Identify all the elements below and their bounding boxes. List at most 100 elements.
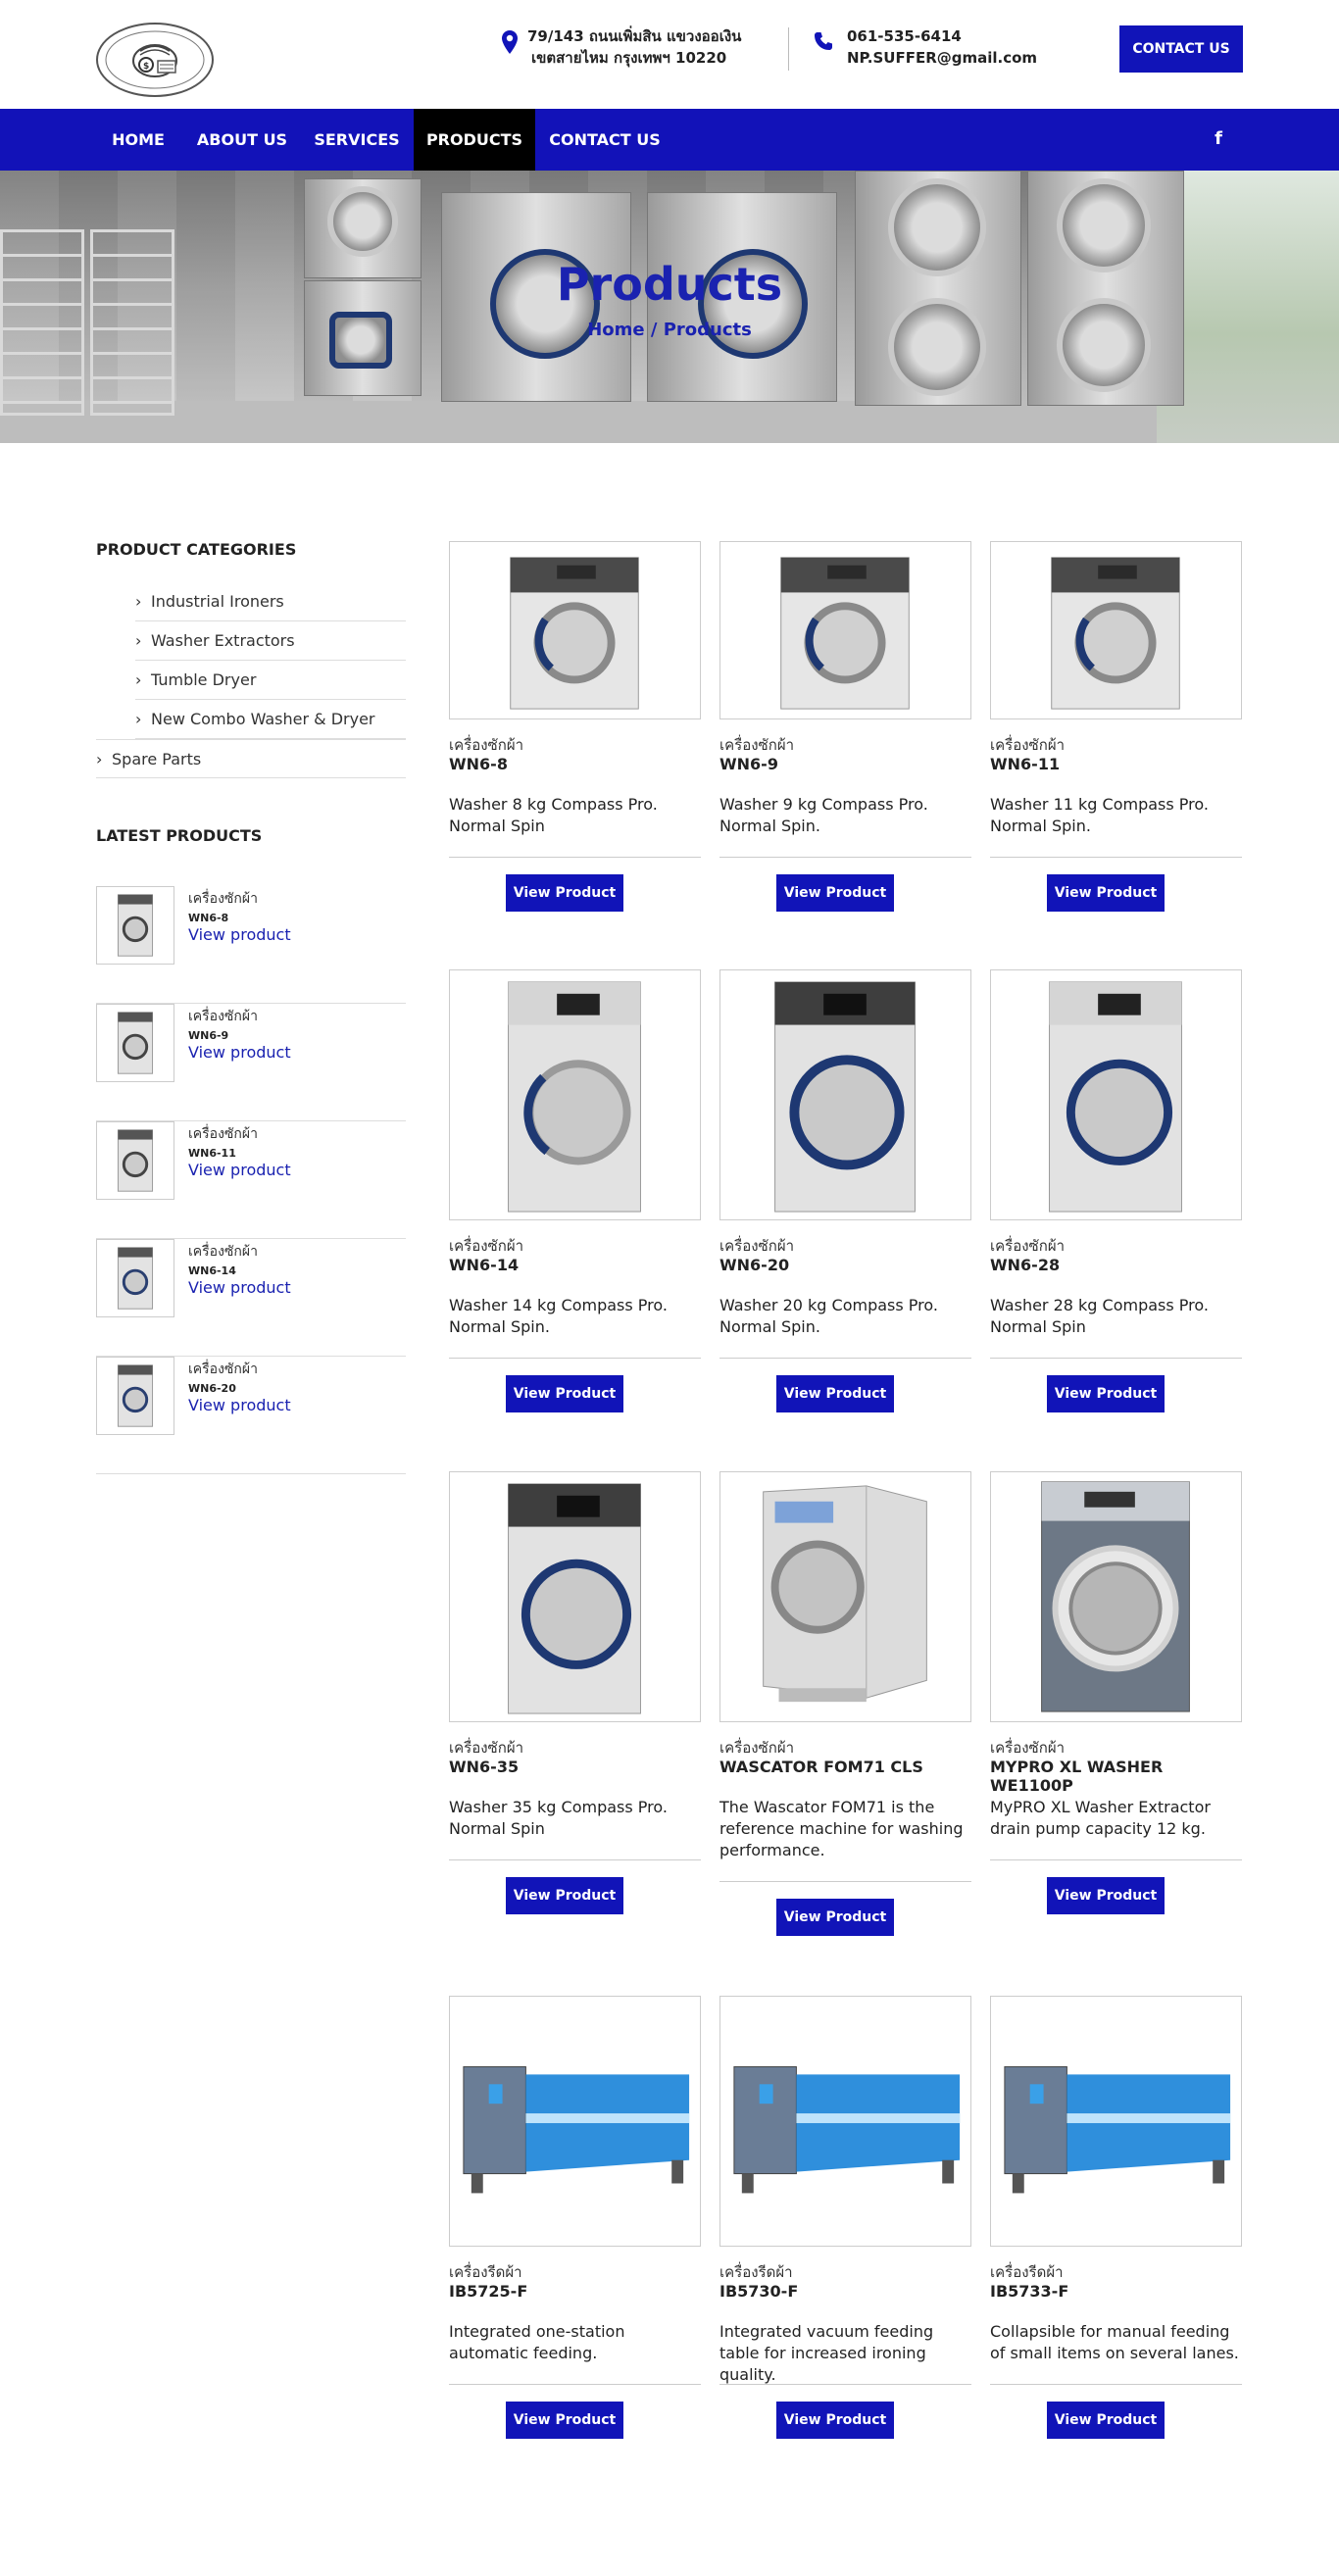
washer-product-image[interactable] xyxy=(449,969,701,1220)
view-product-button[interactable]: View Product xyxy=(776,1899,894,1936)
view-product-link[interactable]: View product xyxy=(188,925,291,944)
view-product-button[interactable]: View Product xyxy=(1047,1375,1165,1412)
washer-thumbnail-image[interactable] xyxy=(96,1004,174,1082)
product-name[interactable]: WN6-8 xyxy=(449,755,508,773)
product-name[interactable]: WN6-11 xyxy=(990,755,1060,773)
nav-item-about-us[interactable]: ABOUT US xyxy=(184,109,300,171)
nav-item-contact-us[interactable]: CONTACT US xyxy=(539,109,670,171)
latest-product-category: เครื่องซักผ้า xyxy=(188,1362,258,1377)
contact-block: 061-535-6414 NP.SUFFER@gmail.com xyxy=(814,25,1037,69)
washer-product-image[interactable] xyxy=(990,541,1242,719)
view-product-link[interactable]: View product xyxy=(188,1161,291,1179)
view-product-button[interactable]: View Product xyxy=(506,874,623,912)
product-name[interactable]: WN6-20 xyxy=(719,1256,789,1274)
wascator-product-image[interactable] xyxy=(719,1471,971,1722)
product-description: Washer 20 kg Compass Pro. Normal Spin. xyxy=(719,1296,938,1336)
washer-thumbnail-image[interactable] xyxy=(96,1357,174,1435)
latest-product-code: WN6-9 xyxy=(188,1029,229,1042)
chevron-right-icon: › xyxy=(135,631,142,650)
product-name[interactable]: WN6-14 xyxy=(449,1256,519,1274)
washer-thumbnail-image[interactable] xyxy=(96,1121,174,1200)
latest-product-code: WN6-8 xyxy=(188,912,229,924)
view-product-button[interactable]: View Product xyxy=(1047,874,1165,912)
product-description: Washer 28 kg Compass Pro. Normal Spin xyxy=(990,1296,1209,1336)
product-category: เครื่องซักผ้า xyxy=(990,1739,1066,1757)
dryer-door-image xyxy=(1057,298,1151,392)
email-address[interactable]: NP.SUFFER@gmail.com xyxy=(847,47,1037,69)
washer-product-image[interactable] xyxy=(719,969,971,1220)
svg-text:$: $ xyxy=(143,62,149,72)
category-spare-parts[interactable]: › Spare Parts xyxy=(96,739,406,778)
mypro-washer-product-image[interactable] xyxy=(990,1471,1242,1722)
product-name[interactable]: IB5725-F xyxy=(449,2282,527,2301)
card-divider xyxy=(449,1358,701,1359)
latest-product-category: เครื่องซักผ้า xyxy=(188,1009,258,1024)
category-washer-extractors[interactable]: › Washer Extractors xyxy=(135,621,406,661)
view-product-button[interactable]: View Product xyxy=(1047,1877,1165,1914)
card-divider xyxy=(719,2384,971,2385)
hero-floor xyxy=(0,401,1339,443)
nav-item-home[interactable]: HOME xyxy=(94,109,182,171)
phone-number[interactable]: 061-535-6414 xyxy=(847,25,1037,47)
ironer-product-image[interactable] xyxy=(449,1996,701,2247)
washer-thumbnail-image[interactable] xyxy=(96,886,174,965)
product-description: Integrated one-station automatic feeding… xyxy=(449,2322,625,2362)
view-product-button[interactable]: View Product xyxy=(506,2402,623,2439)
product-name[interactable]: IB5730-F xyxy=(719,2282,798,2301)
view-product-button[interactable]: View Product xyxy=(776,1375,894,1412)
chevron-right-icon: › xyxy=(96,750,103,768)
latest-product-code: WN6-11 xyxy=(188,1147,236,1160)
ironer-product-image[interactable] xyxy=(719,1996,971,2247)
view-product-link[interactable]: View product xyxy=(188,1396,291,1414)
washer-thumbnail-image[interactable] xyxy=(96,1239,174,1317)
view-product-button[interactable]: View Product xyxy=(506,1375,623,1412)
product-description: Washer 8 kg Compass Pro. Normal Spin xyxy=(449,795,658,835)
view-product-link[interactable]: View product xyxy=(188,1043,291,1062)
company-logo[interactable]: $ xyxy=(95,22,215,98)
card-divider xyxy=(449,2384,701,2385)
product-name[interactable]: WN6-9 xyxy=(719,755,778,773)
category-combo-washer-dryer[interactable]: › New Combo Washer & Dryer xyxy=(135,700,406,739)
product-description: Washer 14 kg Compass Pro. Normal Spin. xyxy=(449,1296,668,1336)
category-industrial-ironers[interactable]: › Industrial Ironers xyxy=(135,582,406,621)
washer-product-image[interactable] xyxy=(449,1471,701,1722)
category-label: Tumble Dryer xyxy=(151,670,257,689)
chevron-right-icon: › xyxy=(135,710,142,728)
nav-item-products[interactable]: PRODUCTS xyxy=(414,109,535,171)
washer-product-image[interactable] xyxy=(449,541,701,719)
view-product-button[interactable]: View Product xyxy=(1047,2402,1165,2439)
ironer-product-image[interactable] xyxy=(990,1996,1242,2247)
card-divider xyxy=(449,857,701,858)
latest-product-item: เครื่องซักผ้า WN6-8 View product xyxy=(96,886,406,1004)
product-name[interactable]: MYPRO XL WASHER WE1100P xyxy=(990,1758,1242,1795)
contact-us-button[interactable]: CONTACT US xyxy=(1119,25,1243,73)
card-divider xyxy=(990,1358,1242,1359)
washer-product-image[interactable] xyxy=(990,969,1242,1220)
nav-item-services[interactable]: SERVICES xyxy=(302,109,412,171)
product-name[interactable]: WN6-28 xyxy=(990,1256,1060,1274)
view-product-link[interactable]: View product xyxy=(188,1278,291,1297)
product-description: Washer 9 kg Compass Pro. Normal Spin. xyxy=(719,795,928,835)
product-description: Integrated vacuum feeding table for incr… xyxy=(719,2322,934,2384)
category-label: Spare Parts xyxy=(112,750,202,768)
view-product-button[interactable]: View Product xyxy=(776,2402,894,2439)
breadcrumb[interactable]: Home / Products xyxy=(0,320,1339,340)
card-divider xyxy=(719,1881,971,1882)
latest-product-category: เครื่องซักผ้า xyxy=(188,891,258,907)
product-name[interactable]: IB5733-F xyxy=(990,2282,1068,2301)
product-name[interactable]: WASCATOR FOM71 CLS xyxy=(719,1758,923,1776)
washer-product-image[interactable] xyxy=(719,541,971,719)
category-tumble-dryer[interactable]: › Tumble Dryer xyxy=(135,661,406,700)
view-product-button[interactable]: View Product xyxy=(506,1877,623,1914)
category-label: New Combo Washer & Dryer xyxy=(151,710,375,728)
card-divider xyxy=(719,1358,971,1359)
view-product-button[interactable]: View Product xyxy=(776,874,894,912)
main-navigation: HOME ABOUT US SERVICES PRODUCTS CONTACT … xyxy=(0,109,1339,171)
latest-product-code: WN6-14 xyxy=(188,1264,236,1277)
facebook-icon[interactable]: f xyxy=(1212,128,1225,150)
address-line-1: 79/143 ถนนเพิ่มสิน แขวงออเงิน xyxy=(527,27,742,45)
product-category: เครื่องซักผ้า xyxy=(719,1739,795,1757)
product-category: เครื่องซักผ้า xyxy=(719,1237,795,1255)
latest-product-code: WN6-20 xyxy=(188,1382,236,1395)
product-name[interactable]: WN6-35 xyxy=(449,1758,519,1776)
